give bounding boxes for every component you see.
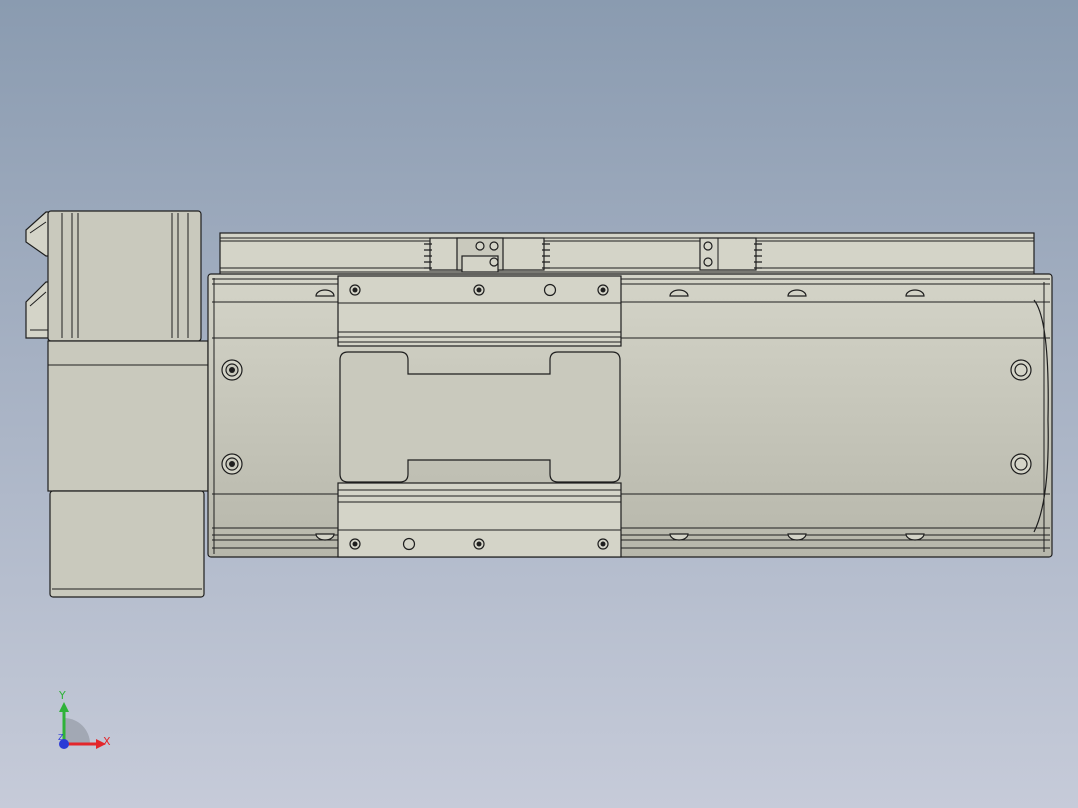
linear-actuator-model[interactable] — [0, 0, 1078, 808]
end-cap-screw — [1010, 453, 1032, 475]
cad-viewport[interactable]: X Y Z — [0, 0, 1078, 808]
x-axis-label: X — [103, 735, 111, 748]
carriage-screw — [473, 284, 485, 296]
top-guide-rail — [219, 232, 1035, 276]
carriage-pin-hole — [543, 283, 557, 297]
carriage-screw — [597, 284, 609, 296]
carriage[interactable] — [337, 275, 622, 558]
base-extrusion — [207, 273, 1053, 558]
end-cap-screw — [221, 359, 243, 381]
motor-housing — [47, 340, 209, 492]
carriage-screw — [349, 538, 361, 550]
motor-assembly — [25, 210, 209, 598]
limit-sensor-right[interactable] — [699, 237, 762, 271]
end-cap-screw — [221, 453, 243, 475]
triad-arc — [64, 718, 90, 744]
z-axis-label: Z — [58, 733, 64, 742]
carriage-screw — [473, 538, 485, 550]
limit-sensor-left[interactable] — [424, 237, 550, 273]
carriage-pin-hole — [402, 537, 416, 551]
motor-lower-block — [49, 490, 205, 598]
carriage-screw — [349, 284, 361, 296]
y-axis-label: Y — [58, 689, 66, 702]
carriage-screw — [597, 538, 609, 550]
orientation-triad[interactable]: X Y Z — [40, 682, 120, 762]
end-cap-screw — [1010, 359, 1032, 381]
